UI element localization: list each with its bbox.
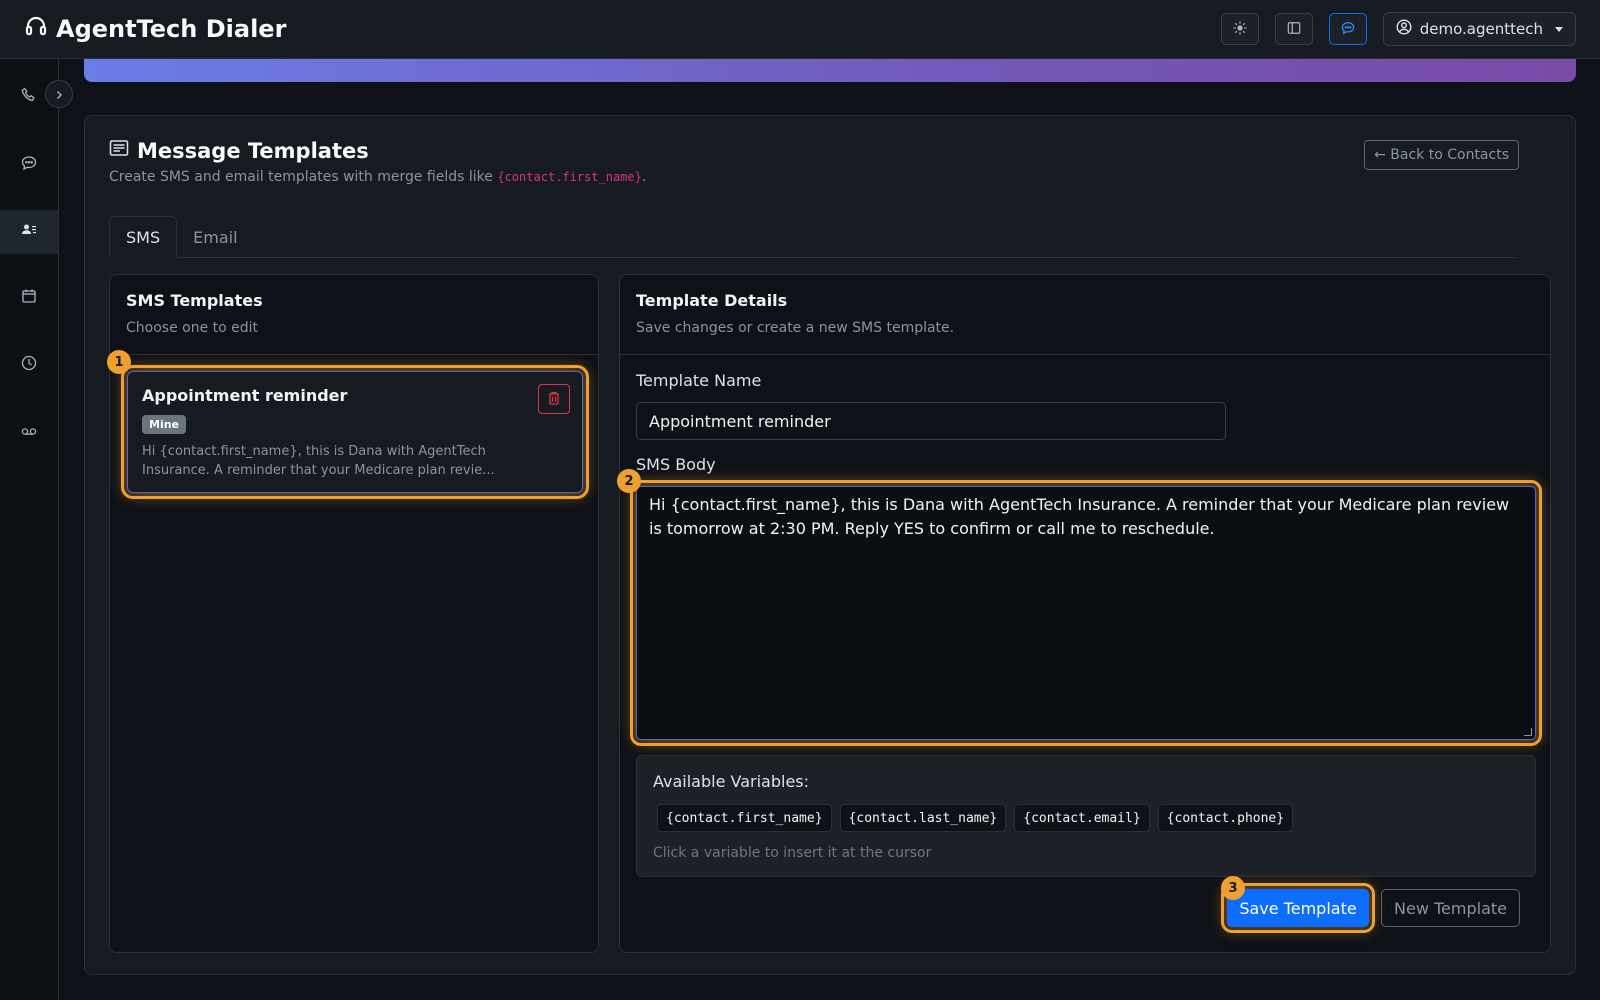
templates-card: Message Templates Create SMS and email t… [84,115,1576,975]
template-details-panel: Template Details Save changes or create … [619,274,1551,953]
variable-chip-email[interactable]: {contact.email} [1014,804,1150,832]
page-subtitle-text: Create SMS and email templates with merg… [109,169,498,185]
channel-tabs: SMS Email [109,216,1517,258]
sidebar-item-contacts[interactable] [0,210,58,254]
panel-header: SMS Templates Choose one to edit [110,275,598,355]
template-name-label: Template Name [636,371,762,390]
variable-chip-phone[interactable]: {contact.phone} [1157,804,1294,832]
resize-handle[interactable] [1524,728,1532,736]
contacts-icon [21,222,37,242]
step-marker-3: 3 [1221,876,1245,900]
sidebar [0,59,59,1000]
save-template-button[interactable]: Save Template [1221,883,1375,933]
page-title: Message Templates [109,138,369,163]
tab-sms[interactable]: SMS [109,216,178,258]
theme-toggle-button[interactable] [1220,13,1259,45]
available-variables-box: Available Variables: {contact.first_name… [636,755,1536,877]
template-name: Appointment reminder [142,386,348,405]
variables-hint: Click a variable to insert it at the cur… [653,845,932,861]
page-subtitle: Create SMS and email templates with merg… [109,169,646,185]
chevron-down-icon [1555,26,1563,32]
panel-subtitle: Save changes or create a new SMS templat… [636,320,955,336]
trash-icon [548,390,560,409]
user-menu-button[interactable]: demo.agenttech [1382,12,1576,46]
step-marker-1: 1 [107,350,131,374]
calendar-icon [21,288,37,308]
sidebar-item-voicemail[interactable] [0,411,58,455]
layout-toggle-button[interactable] [1274,13,1313,45]
chevron-right-icon [54,85,64,104]
template-preview: Hi {contact.first_name}, this is Dana wi… [142,444,495,478]
step-marker-2: 2 [617,469,641,493]
tab-email[interactable]: Email [177,216,253,258]
headset-icon [24,14,48,44]
top-navbar: AgentTech Dialer demo.agenttech [0,0,1600,59]
template-list-item[interactable]: Appointment reminder Mine Hi {contact.fi… [121,365,589,499]
owner-badge: Mine [142,415,187,434]
sidebar-item-messages[interactable] [0,143,58,187]
clock-icon [21,355,37,375]
card-text-icon [109,138,129,163]
chat-button[interactable] [1328,13,1367,45]
app-title: AgentTech Dialer [56,15,287,43]
sms-body-text: Hi {contact.first_name}, this is Dana wi… [649,495,1510,538]
panel-title: SMS Templates [126,291,263,310]
panel-title: Template Details [636,291,788,310]
back-to-contacts-button[interactable]: ← Back to Contacts [1364,140,1519,170]
gradient-banner [84,59,1576,82]
phone-icon [21,87,37,107]
merge-field-example: {contact.first_name} [497,170,642,184]
variable-chip-last-name[interactable]: {contact.last_name} [839,804,1007,832]
chat-icon [1341,20,1355,39]
user-circle-icon [1396,19,1412,39]
sidebar-item-history[interactable] [0,343,58,387]
panel-header: Template Details Save changes or create … [620,275,1550,355]
user-name: demo.agenttech [1419,20,1543,38]
brand[interactable]: AgentTech Dialer [24,14,286,44]
voicemail-icon [21,423,37,443]
sms-templates-panel: SMS Templates Choose one to edit Appoint… [109,274,599,953]
sidebar-item-calendar[interactable] [0,276,58,320]
sun-icon [1233,20,1247,39]
variable-chip-first-name[interactable]: {contact.first_name} [657,804,832,832]
variables-title: Available Variables: [653,772,810,791]
new-template-button[interactable]: New Template [1381,889,1520,927]
chat-bubble-icon [21,155,37,175]
delete-template-button[interactable] [538,384,570,414]
page-subtitle-suffix: . [641,169,647,185]
sidebar-expand-button[interactable] [45,80,73,108]
sms-body-textarea[interactable]: Hi {contact.first_name}, this is Dana wi… [630,480,1542,746]
panel-subtitle: Choose one to edit [126,320,259,336]
page-title-text: Message Templates [137,138,369,163]
template-name-input[interactable]: Appointment reminder [636,402,1226,440]
sms-body-label: SMS Body [636,455,716,474]
sidebar-icon [1287,20,1301,39]
